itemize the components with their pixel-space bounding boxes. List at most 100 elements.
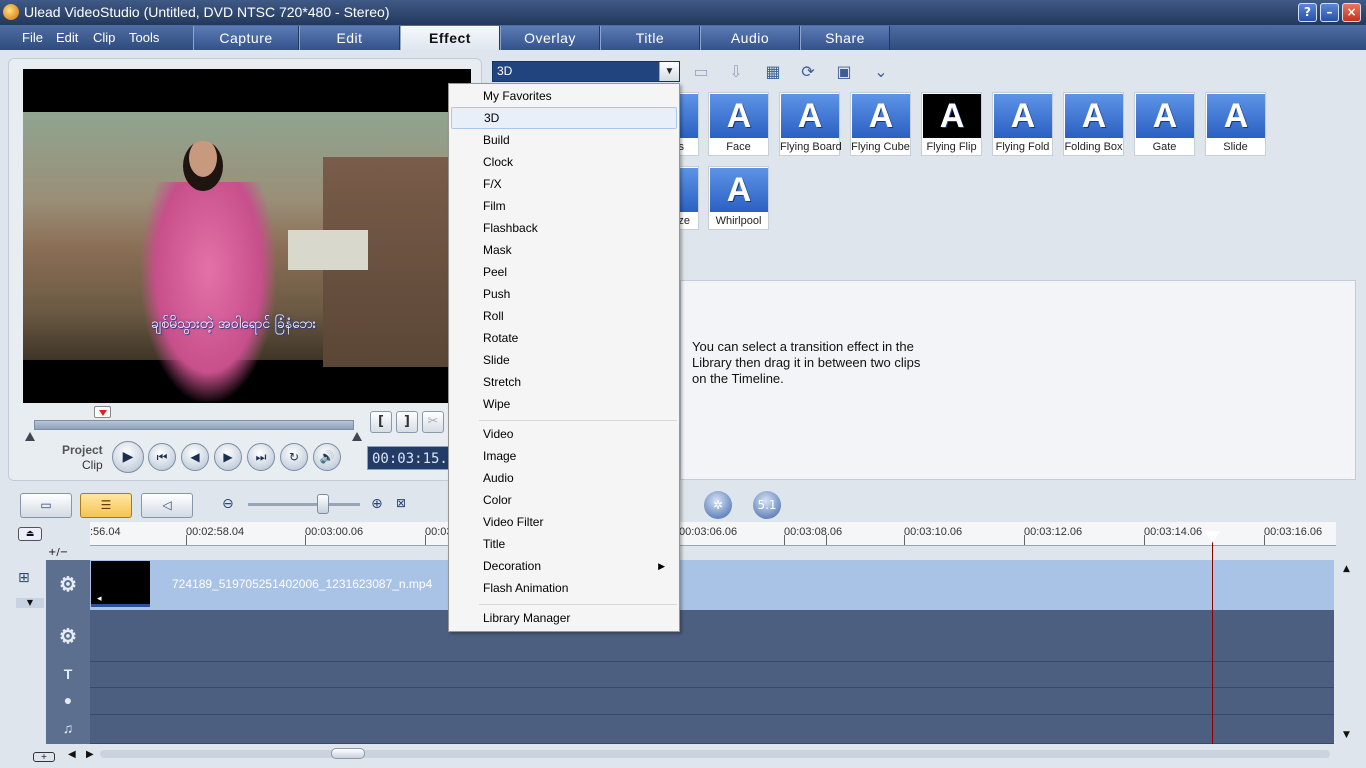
playhead-line[interactable]: [1212, 540, 1213, 744]
surround-sound-icon[interactable]: 5.1: [753, 491, 781, 519]
dropdown-item-film[interactable]: Film: [451, 195, 677, 217]
eject-icon[interactable]: ⏏: [18, 527, 42, 541]
apply-current-icon[interactable]: ▣: [831, 60, 857, 84]
trim-end-handle[interactable]: [352, 432, 362, 441]
close-button[interactable]: ×: [1342, 3, 1361, 22]
timeline-ruler[interactable]: :56.04 00:02:58.04 00:03:00.06 00:03: 00…: [90, 522, 1336, 546]
zoom-out-icon[interactable]: ⊖: [222, 496, 234, 512]
dropdown-item-library-manager[interactable]: Library Manager: [451, 607, 677, 629]
title-track-icon[interactable]: T: [46, 666, 90, 682]
tab-share[interactable]: Share: [800, 26, 890, 50]
sort-icon[interactable]: ⇩: [723, 60, 749, 84]
folder-icon[interactable]: ▭: [688, 60, 714, 84]
home-button[interactable]: ⏮: [148, 443, 176, 471]
scroll-right-icon[interactable]: ▶: [86, 749, 94, 760]
transition-thumb-flying-flip[interactable]: A Flying Flip: [921, 92, 982, 156]
expand-library-icon[interactable]: ⌄: [868, 60, 894, 84]
timecode-display[interactable]: 00:03:15.10: [367, 446, 451, 470]
tab-overlay[interactable]: Overlay: [500, 26, 600, 50]
dropdown-item-stretch[interactable]: Stretch: [451, 371, 677, 393]
title-track[interactable]: [90, 662, 1334, 688]
transition-thumb-flying-cube[interactable]: A Flying Cube: [850, 92, 911, 156]
dropdown-item-3d[interactable]: 3D: [451, 107, 677, 129]
timeline-scroll-thumb[interactable]: [331, 748, 365, 759]
next-frame-button[interactable]: ▶: [214, 443, 242, 471]
track-add-icon[interactable]: +: [33, 752, 55, 762]
playhead-marker[interactable]: [1204, 531, 1220, 543]
overlay-track[interactable]: [90, 610, 1334, 662]
zoom-in-icon[interactable]: ⊕: [371, 496, 383, 512]
zoom-slider-handle[interactable]: [317, 494, 329, 514]
transition-thumb-flying-board[interactable]: A Flying Board: [779, 92, 842, 156]
scroll-down-icon[interactable]: ▼: [1343, 730, 1350, 740]
dropdown-item-audio[interactable]: Audio: [451, 467, 677, 489]
track-manager-icon[interactable]: ⊞: [18, 570, 30, 586]
timeline-horizontal-scrollbar[interactable]: [100, 750, 1330, 758]
help-button[interactable]: ?: [1298, 3, 1317, 22]
tab-edit[interactable]: Edit: [299, 26, 400, 50]
dropdown-item-push[interactable]: Push: [451, 283, 677, 305]
tab-audio[interactable]: Audio: [700, 26, 800, 50]
clip-thumbnail[interactable]: ◂: [91, 561, 150, 607]
minimize-button[interactable]: –: [1320, 3, 1339, 22]
chevron-down-icon[interactable]: ▼: [659, 62, 679, 81]
voice-track[interactable]: [90, 688, 1334, 715]
play-button[interactable]: ▶: [112, 441, 144, 473]
repeat-button[interactable]: ↻: [280, 443, 308, 471]
menu-edit[interactable]: Edit: [56, 30, 78, 45]
timeline-view-button[interactable]: ☰: [80, 493, 132, 518]
apply-random-icon[interactable]: ⟳: [795, 60, 821, 84]
scrub-handle[interactable]: [94, 406, 111, 418]
menu-tools[interactable]: Tools: [129, 30, 159, 45]
transition-thumb-gate[interactable]: A Gate: [1134, 92, 1195, 156]
smart-proxy-icon[interactable]: ✲: [704, 491, 732, 519]
dropdown-item-my-favorites[interactable]: My Favorites: [451, 85, 677, 107]
music-track-icon[interactable]: ♫: [46, 720, 90, 736]
trim-start-handle[interactable]: [25, 432, 35, 441]
prev-frame-button[interactable]: ◀: [181, 443, 209, 471]
overlay-track-icon[interactable]: ⚙: [46, 624, 90, 649]
zoom-slider[interactable]: [248, 503, 360, 506]
library-view-icon[interactable]: ▦: [760, 60, 786, 84]
menu-file[interactable]: File: [22, 30, 43, 45]
music-track[interactable]: [90, 715, 1334, 744]
transition-thumb-whirlpool[interactable]: A Whirlpool: [708, 166, 769, 230]
scroll-up-icon[interactable]: ▲: [1343, 564, 1350, 574]
dropdown-item-decoration[interactable]: Decoration ▶: [451, 555, 677, 577]
project-mode-label[interactable]: Project: [62, 443, 103, 457]
clip-mode-label[interactable]: Clip: [82, 458, 103, 472]
transition-thumb-slide[interactable]: A Slide: [1205, 92, 1266, 156]
tab-effect[interactable]: Effect: [400, 26, 500, 50]
dropdown-item-flashback[interactable]: Flashback: [451, 217, 677, 239]
audio-view-button[interactable]: ◁: [141, 493, 193, 518]
cut-clip-button[interactable]: ✂: [422, 411, 444, 433]
dropdown-item-video[interactable]: Video: [451, 423, 677, 445]
library-category-select[interactable]: 3D ▼: [492, 61, 680, 82]
tab-title[interactable]: Title: [600, 26, 700, 50]
dropdown-item-flash-animation[interactable]: Flash Animation: [451, 577, 677, 599]
transition-thumb-face[interactable]: A Face: [708, 92, 769, 156]
dropdown-item-roll[interactable]: Roll: [451, 305, 677, 327]
transition-thumb-folding-box[interactable]: A Folding Box: [1063, 92, 1124, 156]
dropdown-item-fx[interactable]: F/X: [451, 173, 677, 195]
dropdown-item-slide[interactable]: Slide: [451, 349, 677, 371]
dropdown-item-peel[interactable]: Peel: [451, 261, 677, 283]
scrub-bar[interactable]: [34, 420, 354, 430]
tab-capture[interactable]: Capture: [193, 26, 299, 50]
transition-thumb-flying-fold[interactable]: A Flying Fold: [992, 92, 1053, 156]
dropdown-item-image[interactable]: Image: [451, 445, 677, 467]
scroll-left-icon[interactable]: ◀: [68, 749, 76, 760]
track-options-chevron-icon[interactable]: ▼: [16, 598, 44, 608]
video-track-icon[interactable]: ⚙: [46, 572, 90, 597]
add-track-button[interactable]: +/−: [48, 547, 68, 558]
volume-button[interactable]: 🔊: [313, 443, 341, 471]
dropdown-item-clock[interactable]: Clock: [451, 151, 677, 173]
dropdown-item-rotate[interactable]: Rotate: [451, 327, 677, 349]
dropdown-item-wipe[interactable]: Wipe: [451, 393, 677, 415]
end-button[interactable]: ⏭: [247, 443, 275, 471]
storyboard-view-button[interactable]: ▭: [20, 493, 72, 518]
fit-project-icon[interactable]: ⊠: [396, 496, 406, 510]
menu-clip[interactable]: Clip: [93, 30, 115, 45]
timeline-vertical-scrollbar[interactable]: ▲ ▼: [1340, 560, 1356, 744]
clip-filename[interactable]: 724189_519705251402006_1231623087_n.mp4: [172, 577, 432, 591]
